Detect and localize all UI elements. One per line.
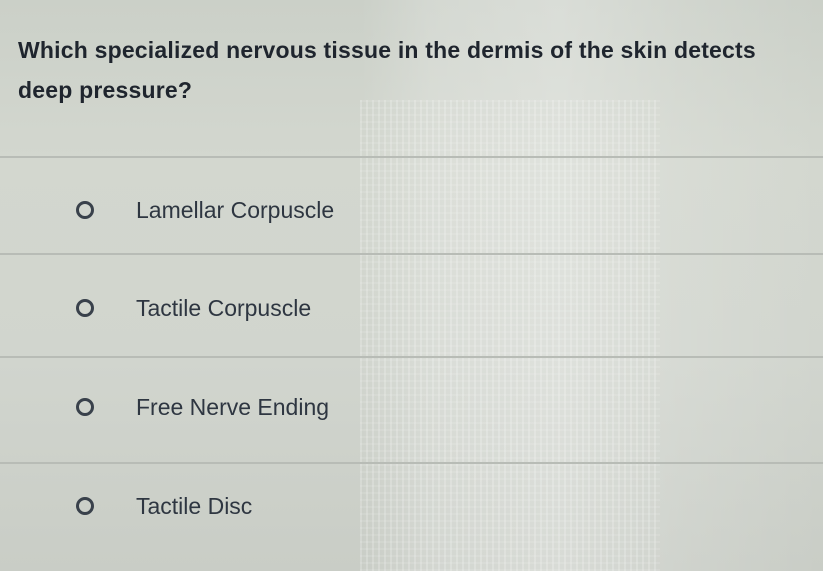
- answer-option-3[interactable]: Free Nerve Ending: [76, 387, 496, 427]
- quiz-screen: Which specialized nervous tissue in the …: [0, 0, 823, 571]
- question-text: Which specialized nervous tissue in the …: [18, 37, 756, 103]
- option-divider: [0, 253, 823, 255]
- answer-option-2[interactable]: Tactile Corpuscle: [76, 288, 496, 328]
- radio-button-icon[interactable]: [76, 398, 94, 416]
- option-divider: [0, 462, 823, 464]
- radio-button-icon[interactable]: [76, 299, 94, 317]
- question-divider: [0, 156, 823, 158]
- answer-option-label: Lamellar Corpuscle: [136, 196, 335, 223]
- option-divider: [0, 356, 823, 358]
- answer-option-4[interactable]: Tactile Disc: [76, 486, 496, 526]
- answer-option-label: Tactile Disc: [136, 492, 253, 519]
- radio-button-icon[interactable]: [76, 497, 94, 515]
- radio-button-icon[interactable]: [76, 201, 94, 219]
- answer-option-label: Free Nerve Ending: [136, 393, 330, 420]
- answer-option-1[interactable]: Lamellar Corpuscle: [76, 190, 496, 230]
- answer-option-label: Tactile Corpuscle: [136, 294, 312, 321]
